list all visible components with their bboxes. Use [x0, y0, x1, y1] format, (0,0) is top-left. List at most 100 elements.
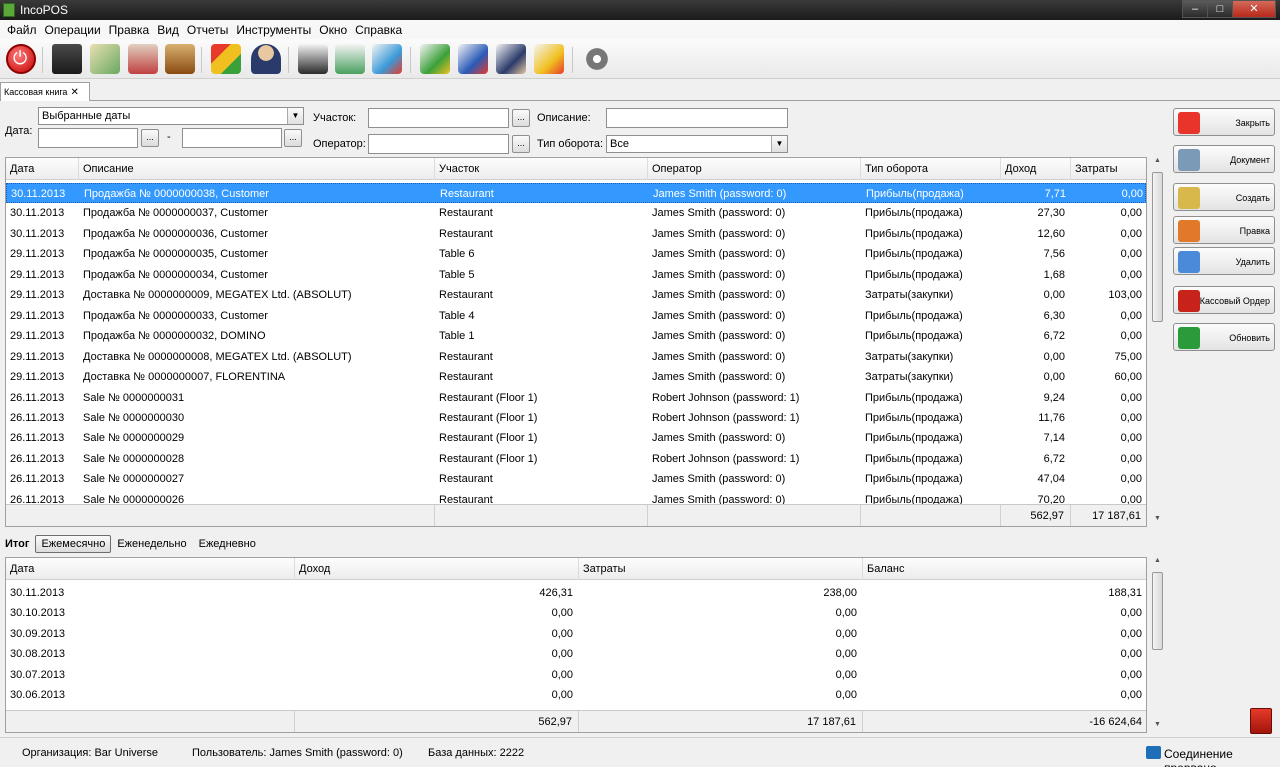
- scroll-down-icon[interactable]: ▼: [1150, 515, 1165, 527]
- scroll-down-icon[interactable]: ▼: [1150, 721, 1165, 733]
- date-to-input[interactable]: [182, 128, 282, 148]
- settings-gear-icon[interactable]: [582, 44, 612, 74]
- table-row[interactable]: 30.11.2013 Продажба № 0000000038, Custome…: [6, 183, 1146, 204]
- summary-row[interactable]: 30.09.2013 0,00 0,00 0,00: [6, 624, 1146, 644]
- cash-register-icon[interactable]: [52, 44, 82, 74]
- tab-weekly[interactable]: Еженедельно: [111, 536, 192, 552]
- status-connection[interactable]: Соединение прервано: [1164, 747, 1280, 767]
- location-input[interactable]: [368, 108, 509, 128]
- summary-row[interactable]: 30.10.2013 0,00 0,00 0,00: [6, 603, 1146, 623]
- book-icon[interactable]: [165, 44, 195, 74]
- close-window-button[interactable]: ✕: [1232, 0, 1276, 18]
- cell-location: Restaurant (Floor 1): [439, 391, 538, 404]
- table-row[interactable]: 29.11.2013 Доставка № 0000000007, FLORENT…: [6, 367, 1146, 387]
- column-header-description[interactable]: Описание: [79, 158, 435, 180]
- doc-blocks-icon[interactable]: [372, 44, 402, 74]
- doc-transfer-icon[interactable]: [420, 44, 450, 74]
- column-header-date[interactable]: Дата: [6, 158, 79, 180]
- create-button[interactable]: Создать: [1173, 183, 1275, 211]
- table-row[interactable]: 30.11.2013 Продажба № 0000000036, Custome…: [6, 224, 1146, 244]
- delete-button[interactable]: Удалить: [1173, 247, 1275, 275]
- stamp-icon[interactable]: [128, 44, 158, 74]
- doc-box-icon[interactable]: [298, 44, 328, 74]
- power-icon[interactable]: [6, 44, 36, 74]
- cell-income: 0,00: [551, 668, 573, 681]
- location-picker-button[interactable]: ...: [512, 109, 530, 127]
- table-row[interactable]: 30.11.2013 Продажба № 0000000037, Custome…: [6, 203, 1146, 223]
- tab-cash-book[interactable]: Кассовая книга ✕: [0, 82, 90, 101]
- refresh-button[interactable]: Обновить: [1173, 323, 1275, 351]
- summary-row[interactable]: 30.08.2013 0,00 0,00 0,00: [6, 644, 1146, 664]
- menu-edit[interactable]: Правка: [105, 23, 154, 37]
- column-header-location[interactable]: Участок: [435, 158, 648, 180]
- menu-view[interactable]: Вид: [153, 23, 183, 37]
- cell-description: Продажба № 0000000038, Customer: [84, 188, 269, 200]
- menu-window[interactable]: Окно: [315, 23, 351, 37]
- cell-date: 26.11.2013: [10, 391, 65, 404]
- column-header-operator[interactable]: Оператор: [648, 158, 861, 180]
- table-row[interactable]: 29.11.2013 Продажба № 0000000033, Custome…: [6, 306, 1146, 326]
- maximize-button[interactable]: □: [1207, 0, 1233, 18]
- summary-row[interactable]: 30.11.2013 426,31 238,00 188,31: [6, 583, 1146, 603]
- date-to-picker-button[interactable]: ...: [284, 129, 302, 147]
- table-row[interactable]: 26.11.2013 Sale № 0000000027 Restaurant Jam…: [6, 469, 1146, 489]
- scroll-thumb[interactable]: [1152, 572, 1163, 650]
- table-row[interactable]: 26.11.2013 Sale № 0000000031 Restaurant (F…: [6, 388, 1146, 408]
- column-header-date[interactable]: Дата: [6, 558, 295, 580]
- document-button[interactable]: Документ: [1173, 145, 1275, 173]
- cell-turnover-type: Прибыль(продажа): [865, 268, 963, 281]
- scroll-up-icon[interactable]: ▲: [1150, 557, 1165, 569]
- date-from-picker-button[interactable]: ...: [141, 129, 159, 147]
- column-header-expense[interactable]: Затраты: [579, 558, 863, 580]
- cash-order-button[interactable]: Кассовый Ордер: [1173, 286, 1275, 314]
- user-icon[interactable]: [251, 44, 281, 74]
- summary-row[interactable]: 30.07.2013 0,00 0,00 0,00: [6, 665, 1146, 685]
- doc-dollar-icon[interactable]: [335, 44, 365, 74]
- table-row[interactable]: 26.11.2013 Sale № 0000000030 Restaurant (F…: [6, 408, 1146, 428]
- operator-input[interactable]: [368, 134, 509, 154]
- doc-report-icon[interactable]: [534, 44, 564, 74]
- summary-row[interactable]: 30.06.2013 0,00 0,00 0,00: [6, 685, 1146, 705]
- tab-monthly[interactable]: Ежемесячно: [35, 535, 112, 553]
- scroll-thumb[interactable]: [1152, 172, 1163, 322]
- table-row[interactable]: 29.11.2013 Продажба № 0000000035, Custome…: [6, 244, 1146, 264]
- column-header-income[interactable]: Доход: [295, 558, 579, 580]
- operator-picker-button[interactable]: ...: [512, 135, 530, 153]
- blocks-icon[interactable]: [211, 44, 241, 74]
- table-row[interactable]: 29.11.2013 Доставка № 0000000008, MEGATEX…: [6, 347, 1146, 367]
- column-header-expense[interactable]: Затраты: [1071, 158, 1146, 180]
- menu-help[interactable]: Справка: [351, 23, 406, 37]
- description-input[interactable]: [606, 108, 788, 128]
- table-scrollbar[interactable]: ▲ ▼: [1150, 157, 1165, 527]
- close-button[interactable]: Закрыть: [1173, 108, 1275, 136]
- column-header-turnover-type[interactable]: Тип оборота: [861, 158, 1001, 180]
- date-mode-select[interactable]: Выбранные даты ▼: [38, 107, 304, 125]
- scroll-up-icon[interactable]: ▲: [1150, 157, 1165, 169]
- doc-list-icon[interactable]: [458, 44, 488, 74]
- menu-operations[interactable]: Операции: [41, 23, 105, 37]
- cell-expense: 0,00: [1120, 330, 1142, 343]
- document-tabs: Кассовая книга ✕: [0, 80, 1280, 101]
- turnover-type-select[interactable]: Все ▼: [606, 135, 788, 153]
- table-row[interactable]: 29.11.2013 Продажба № 0000000032, DOMINO T…: [6, 326, 1146, 346]
- table-row[interactable]: 29.11.2013 Доставка № 0000000009, MEGATEX…: [6, 285, 1146, 305]
- close-icon[interactable]: ✕: [70, 87, 78, 98]
- table-row[interactable]: 26.11.2013 Sale № 0000000028 Restaurant (F…: [6, 449, 1146, 469]
- price-tag-icon[interactable]: [90, 44, 120, 74]
- table-row[interactable]: 29.11.2013 Продажба № 0000000034, Custome…: [6, 265, 1146, 285]
- edit-button[interactable]: Правка: [1173, 216, 1275, 244]
- date-from-input[interactable]: [38, 128, 138, 148]
- doc-user-icon[interactable]: [496, 44, 526, 74]
- table-row[interactable]: 26.11.2013 Sale № 0000000029 Restaurant (F…: [6, 428, 1146, 448]
- summary-scrollbar[interactable]: ▲ ▼: [1150, 557, 1165, 733]
- column-header-income[interactable]: Доход: [1001, 158, 1071, 180]
- menu-file[interactable]: Файл: [3, 23, 41, 37]
- column-header-balance[interactable]: Баланс: [863, 558, 1146, 580]
- menu-reports[interactable]: Отчеты: [183, 23, 232, 37]
- minimize-button[interactable]: –: [1182, 0, 1208, 18]
- cell-expense: 238,00: [823, 587, 857, 599]
- menu-tools[interactable]: Инструменты: [232, 23, 315, 37]
- status-organization: Организация: Bar Universe: [22, 747, 159, 759]
- cash-order-icon[interactable]: [1250, 708, 1272, 734]
- tab-daily[interactable]: Ежедневно: [193, 536, 262, 552]
